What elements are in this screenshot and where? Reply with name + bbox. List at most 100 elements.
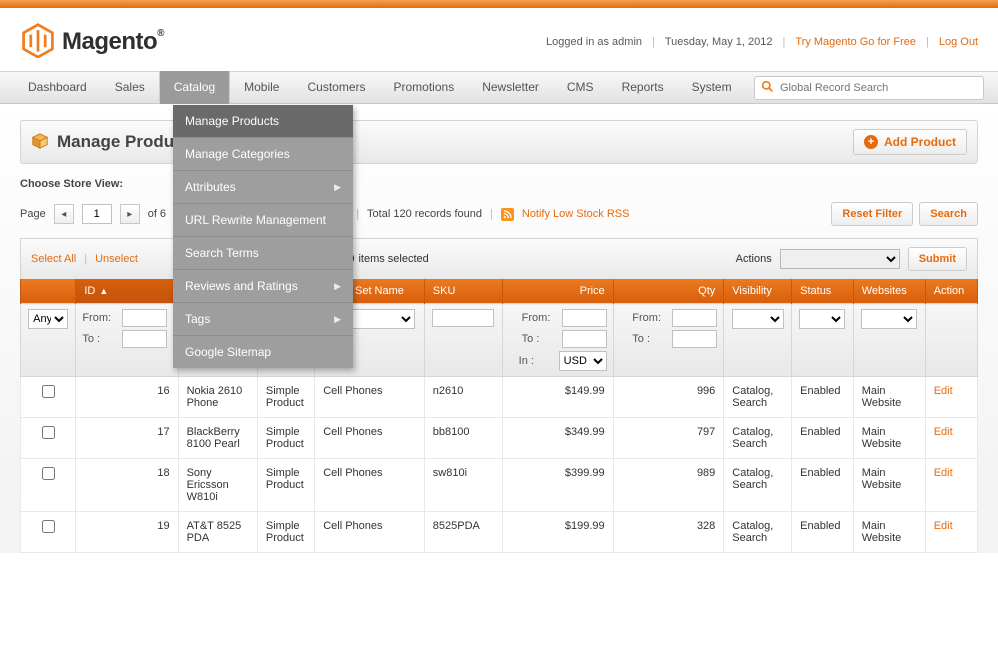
row-checkbox[interactable]	[42, 467, 55, 480]
try-magento-link[interactable]: Try Magento Go for Free	[795, 36, 916, 48]
cell-status: Enabled	[792, 459, 854, 512]
nav-item-mobile[interactable]: Mobile	[230, 71, 293, 104]
global-search[interactable]	[754, 76, 984, 100]
cell-attrib: Cell Phones	[315, 459, 425, 512]
search-button[interactable]: Search	[919, 202, 978, 226]
cell-id: 17	[76, 418, 178, 459]
cell-price: $199.99	[503, 512, 614, 553]
nav-item-cms[interactable]: CMS	[553, 71, 608, 104]
nav-item-customers[interactable]: Customers	[293, 71, 379, 104]
col-action[interactable]: Action	[925, 279, 977, 304]
col-id[interactable]: ID▲	[76, 279, 178, 304]
cell-attrib: Cell Phones	[315, 377, 425, 418]
header-meta: Logged in as admin | Tuesday, May 1, 201…	[546, 36, 978, 48]
cell-type: Simple Product	[257, 377, 314, 418]
col-visibility[interactable]: Visibility	[724, 279, 792, 304]
page-title: Manage Produ	[57, 132, 174, 152]
reset-filter-button[interactable]: Reset Filter	[831, 202, 913, 226]
sort-asc-icon: ▲	[99, 286, 108, 296]
table-row[interactable]: 18Sony Ericsson W810iSimple ProductCell …	[21, 459, 978, 512]
table-row[interactable]: 17BlackBerry 8100 PearlSimple ProductCel…	[21, 418, 978, 459]
table-row[interactable]: 19AT&T 8525 PDASimple ProductCell Phones…	[21, 512, 978, 553]
filter-sku[interactable]	[432, 309, 494, 327]
cell-websites: Main Website	[853, 512, 925, 553]
rss-icon	[501, 208, 514, 221]
nav-item-system[interactable]: System	[678, 71, 746, 104]
nav-item-promotions[interactable]: Promotions	[380, 71, 469, 104]
add-product-button[interactable]: + Add Product	[853, 129, 967, 155]
row-checkbox[interactable]	[42, 385, 55, 398]
cell-type: Simple Product	[257, 459, 314, 512]
nav-item-catalog[interactable]: Catalog	[159, 71, 230, 104]
col-sku[interactable]: SKU	[424, 279, 502, 304]
page-input[interactable]	[82, 204, 112, 224]
search-icon	[761, 80, 780, 96]
nav-item-newsletter[interactable]: Newsletter	[468, 71, 553, 104]
filter-any-select[interactable]: Any	[28, 309, 68, 329]
filter-price-to[interactable]	[562, 330, 607, 348]
dropdown-item[interactable]: Search Terms	[173, 237, 353, 270]
filter-price-from[interactable]	[562, 309, 607, 327]
total-records: Total 120 records found	[367, 208, 482, 220]
cell-websites: Main Website	[853, 418, 925, 459]
next-page-button[interactable]: ▸	[120, 204, 140, 224]
edit-link[interactable]: Edit	[934, 520, 953, 532]
edit-link[interactable]: Edit	[934, 385, 953, 397]
col-status[interactable]: Status	[792, 279, 854, 304]
filter-row: Any From: To : From: To : In :USD	[21, 304, 978, 377]
nav-item-sales[interactable]: Sales	[101, 71, 159, 104]
cell-id: 16	[76, 377, 178, 418]
chevron-right-icon: ▶	[334, 182, 341, 193]
dropdown-item[interactable]: URL Rewrite Management	[173, 204, 353, 237]
col-websites[interactable]: Websites	[853, 279, 925, 304]
prev-page-button[interactable]: ◂	[54, 204, 74, 224]
nav-item-reports[interactable]: Reports	[608, 71, 678, 104]
global-search-input[interactable]	[780, 82, 977, 94]
dropdown-item[interactable]: Attributes▶	[173, 171, 353, 204]
dropdown-item[interactable]: Reviews and Ratings▶	[173, 270, 353, 303]
actions-select[interactable]	[780, 249, 900, 269]
unselect-link[interactable]: Unselect	[95, 253, 138, 265]
edit-link[interactable]: Edit	[934, 467, 953, 479]
row-checkbox[interactable]	[42, 520, 55, 533]
filter-visibility[interactable]	[732, 309, 784, 329]
notify-low-stock-link[interactable]: Notify Low Stock RSS	[522, 208, 630, 220]
dropdown-item[interactable]: Google Sitemap	[173, 336, 353, 368]
dropdown-item[interactable]: Manage Categories	[173, 138, 353, 171]
filter-id-from[interactable]	[122, 309, 167, 327]
select-all-link[interactable]: Select All	[31, 253, 76, 265]
edit-link[interactable]: Edit	[934, 426, 953, 438]
chevron-right-icon: ▶	[334, 314, 341, 325]
col-qty[interactable]: Qty	[613, 279, 724, 304]
actions-label: Actions	[736, 253, 772, 265]
nav-item-dashboard[interactable]: Dashboard	[14, 71, 101, 104]
dropdown-item[interactable]: Tags▶	[173, 303, 353, 336]
submit-button[interactable]: Submit	[908, 247, 967, 271]
cell-name: Nokia 2610 Phone	[178, 377, 257, 418]
cell-id: 18	[76, 459, 178, 512]
logout-link[interactable]: Log Out	[939, 36, 978, 48]
col-checkbox[interactable]	[21, 279, 76, 304]
cell-visibility: Catalog, Search	[724, 377, 792, 418]
filter-qty-from[interactable]	[672, 309, 717, 327]
filter-qty-to[interactable]	[672, 330, 717, 348]
cell-name: Sony Ericsson W810i	[178, 459, 257, 512]
top-accent-bar	[0, 0, 998, 8]
cell-sku: sw810i	[424, 459, 502, 512]
table-row[interactable]: 16Nokia 2610 PhoneSimple ProductCell Pho…	[21, 377, 978, 418]
page-title-bar: Manage Produ + Add Product	[20, 120, 978, 164]
filter-websites[interactable]	[861, 309, 917, 329]
header-date: Tuesday, May 1, 2012	[665, 36, 773, 48]
add-product-label: Add Product	[884, 135, 956, 149]
logo[interactable]: Magento®	[20, 22, 164, 61]
items-selected-label: items selected	[358, 253, 428, 265]
filter-currency[interactable]: USD	[559, 351, 607, 371]
cell-sku: 8525PDA	[424, 512, 502, 553]
col-price[interactable]: Price	[503, 279, 614, 304]
row-checkbox[interactable]	[42, 426, 55, 439]
dropdown-item[interactable]: Manage Products	[173, 105, 353, 138]
filter-status[interactable]	[799, 309, 845, 329]
cell-price: $399.99	[503, 459, 614, 512]
cell-status: Enabled	[792, 377, 854, 418]
filter-id-to[interactable]	[122, 330, 167, 348]
